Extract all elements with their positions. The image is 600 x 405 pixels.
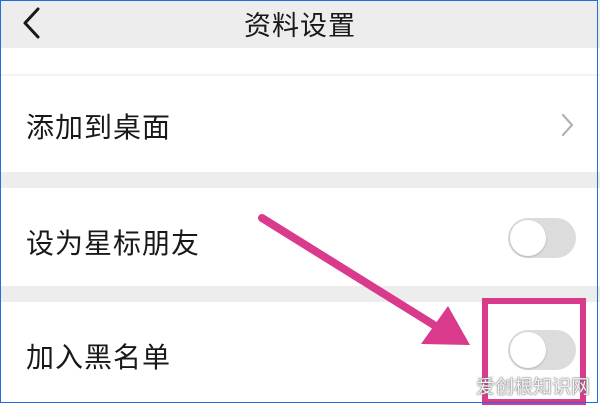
row-label-blacklist: 加入黑名单 — [26, 341, 172, 374]
star-friend-toggle[interactable] — [508, 218, 576, 258]
section-gap — [0, 172, 600, 188]
chevron-right-icon — [561, 113, 574, 137]
toggle-knob — [510, 220, 546, 256]
watermark: 爱创根知识网 — [475, 376, 590, 398]
section-top-strip — [0, 48, 600, 74]
top-nav-bar: 资料设置 — [0, 0, 600, 48]
row-label-star-friend: 设为星标朋友 — [26, 227, 201, 260]
row-star-friend: 设为星标朋友 — [0, 188, 600, 286]
page-title: 资料设置 — [244, 11, 356, 42]
row-add-to-desktop[interactable]: 添加到桌面 — [0, 76, 600, 172]
row-label-add-to-desktop: 添加到桌面 — [26, 111, 172, 144]
